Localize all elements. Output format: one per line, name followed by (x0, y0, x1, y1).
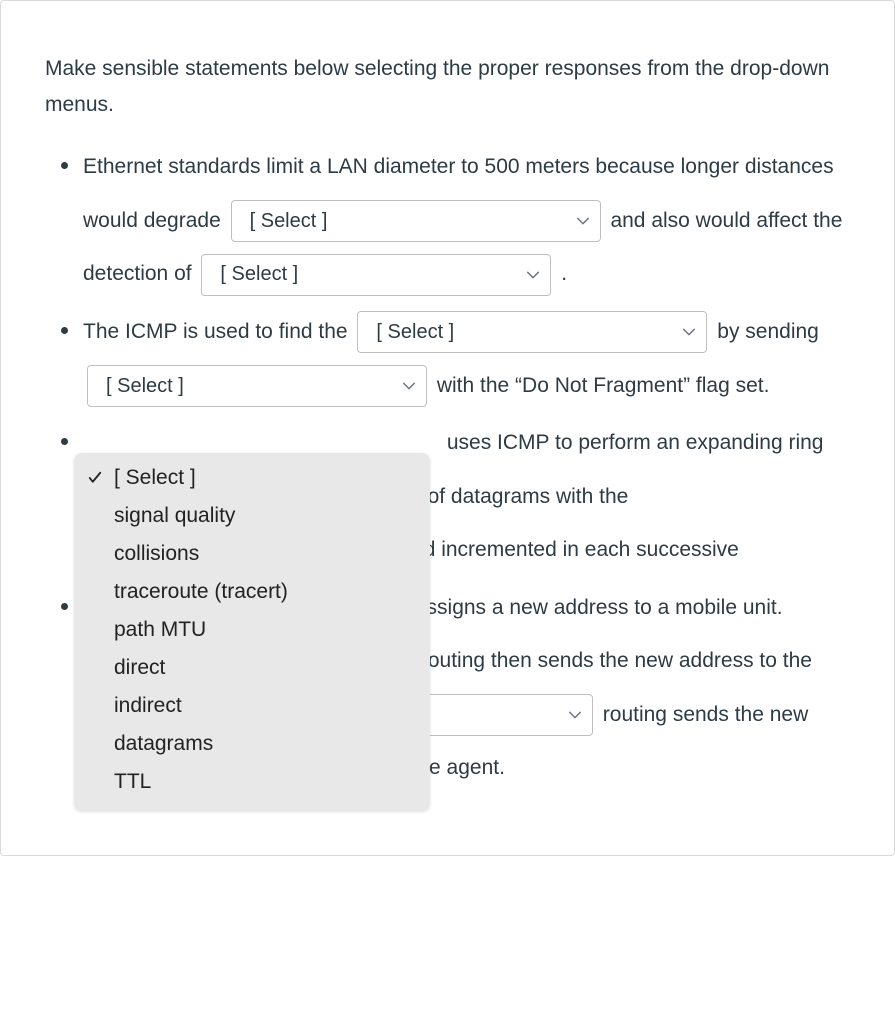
checkmark-icon (86, 469, 104, 487)
select-1b[interactable]: [ Select ] (201, 254, 551, 296)
question-panel: Make sensible statements below selecting… (0, 0, 895, 856)
select-dropdown-listbox[interactable]: [ Select ] signal quality collisions tra… (74, 453, 430, 811)
chevron-down-icon (576, 214, 590, 228)
option-label: TTL (114, 770, 151, 794)
select-option-path-mtu[interactable]: path MTU (74, 611, 430, 649)
option-label: signal quality (114, 504, 235, 528)
statement-2: The ICMP is used to find the [ Select ] … (67, 305, 850, 412)
option-label: collisions (114, 542, 199, 566)
text-fragment: uses ICMP to perform an expanding ring (447, 431, 824, 454)
option-label: traceroute (tracert) (114, 580, 288, 604)
select-option-placeholder[interactable]: [ Select ] (74, 459, 430, 497)
chevron-down-icon (682, 325, 696, 339)
select-placeholder: [ Select ] (376, 307, 454, 358)
option-label: direct (114, 656, 165, 680)
text-fragment: by sending (717, 320, 819, 343)
select-placeholder: [ Select ] (220, 249, 298, 300)
select-placeholder: [ Select ] (250, 196, 328, 247)
option-label: indirect (114, 694, 182, 718)
text-fragment: field incremented in each successive (397, 538, 739, 561)
select-option-indirect[interactable]: indirect (74, 687, 430, 725)
select-2b[interactable]: [ Select ] (87, 365, 427, 407)
select-placeholder: [ Select ] (106, 361, 184, 412)
option-label: datagrams (114, 732, 213, 756)
instructions-text: Make sensible statements below selecting… (45, 51, 850, 122)
select-option-ttl[interactable]: TTL (74, 763, 430, 801)
option-label: [ Select ] (114, 466, 196, 490)
select-option-datagrams[interactable]: datagrams (74, 725, 430, 763)
select-option-signal-quality[interactable]: signal quality (74, 497, 430, 535)
select-1a[interactable]: [ Select ] (231, 200, 601, 242)
statement-1: Ethernet standards limit a LAN diameter … (67, 140, 850, 301)
chevron-down-icon (526, 268, 540, 282)
select-2a[interactable]: [ Select ] (357, 311, 707, 353)
text-fragment: The ICMP is used to find the (83, 320, 353, 343)
select-option-traceroute[interactable]: traceroute (tracert) (74, 573, 430, 611)
select-option-direct[interactable]: direct (74, 649, 430, 687)
chevron-down-icon (402, 379, 416, 393)
text-fragment: assigns a new address to a mobile unit. (415, 596, 783, 619)
text-fragment: with the “Do Not Fragment” flag set. (437, 374, 770, 397)
text-fragment: . (561, 262, 567, 285)
option-label: path MTU (114, 618, 206, 642)
select-option-collisions[interactable]: collisions (74, 535, 430, 573)
chevron-down-icon (568, 708, 582, 722)
